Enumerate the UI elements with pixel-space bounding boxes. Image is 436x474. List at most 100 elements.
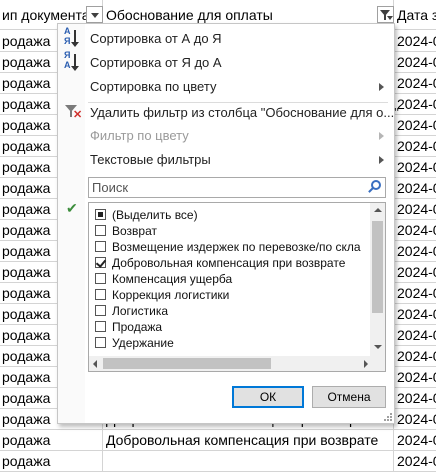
clear-filter-icon: ✕ [64, 103, 82, 123]
filter-values-list: (Выделить все) Возврат Возмещение издержек… [88, 202, 386, 372]
sort-asc-icon-bottom-letter: Я [64, 36, 71, 46]
table-cell[interactable]: 2024-0 [395, 136, 436, 157]
list-item-label: Коррекция логистики [112, 288, 230, 302]
menu-item-sort-desc[interactable]: Я А Сортировка от Я до А [58, 51, 394, 75]
header-payment-reason-label: Обоснование для оплаты [106, 7, 273, 23]
filter-dropdown-panel: А Я Сортировка от А до Я Я А Сортировка … [57, 23, 399, 424]
list-item[interactable]: Продажа [95, 319, 365, 335]
horizontal-scroll-thumb[interactable] [103, 358, 271, 369]
list-item-checkbox[interactable] [95, 209, 106, 220]
list-item-label: Логистика [112, 304, 169, 318]
menu-item-sort-asc-label: Сортировка от А до Я [90, 31, 222, 46]
table-cell[interactable]: 2024-0 [395, 31, 436, 52]
chevron-down-icon [387, 16, 393, 20]
table-cell[interactable]: 2024-0 [395, 94, 436, 115]
list-item[interactable]: Удержание [95, 335, 365, 351]
chevron-down-icon [91, 13, 99, 18]
list-item-checkbox[interactable] [95, 241, 106, 252]
list-item-label: Возврат [112, 224, 157, 238]
list-item-label: Возмещение издержек по перевозке/по скла [112, 240, 361, 254]
resize-grip-icon[interactable] [384, 413, 392, 421]
scroll-up-arrow-icon[interactable] [374, 208, 382, 212]
chevron-right-icon [379, 156, 384, 164]
vertical-scrollbar[interactable] [370, 203, 385, 371]
list-item[interactable]: Возмещение издержек по перевозке/по скла [95, 239, 365, 255]
list-item[interactable]: Добровольная компенсация при возврате [95, 255, 365, 271]
list-item[interactable]: Логистика [95, 303, 365, 319]
vertical-scroll-thumb[interactable] [372, 221, 383, 313]
chevron-right-icon [379, 83, 384, 91]
search-icon[interactable] [367, 180, 382, 195]
list-item-checkbox[interactable] [95, 257, 106, 268]
table-cell[interactable]: 2024-0 [395, 241, 436, 262]
table-row: родажаДобровольная компенсация при возвр… [0, 430, 436, 451]
list-item-checkbox[interactable] [95, 289, 106, 300]
chevron-right-icon [379, 132, 384, 140]
horizontal-scrollbar[interactable] [89, 356, 372, 371]
table-cell[interactable]: 2024-0 [395, 283, 436, 304]
table-cell[interactable]: 2024-0 [395, 73, 436, 94]
table-cell[interactable]: 2024-0 [395, 157, 436, 178]
sort-asc-icon-top-letter: А [64, 26, 71, 36]
checkmark-icon: ✔ [66, 200, 78, 216]
table-cell[interactable]: 2024-0 [395, 262, 436, 283]
search-input[interactable] [92, 179, 362, 196]
table-cell[interactable]: 2024-0 [395, 52, 436, 73]
table-row: родажа 2024-0 [0, 451, 436, 472]
menu-item-filter-by-color-label: Фильтр по цвету [90, 128, 189, 143]
menu-item-text-filters-label: Текстовые фильтры [90, 152, 211, 167]
sort-asc-icon: А Я [64, 26, 82, 49]
list-item[interactable]: (Выделить все) [95, 207, 365, 223]
list-item-label: Удержание [112, 336, 174, 350]
menu-item-clear-filter-label: Удалить фильтр из столбца "Обоснование д… [90, 105, 399, 120]
list-item[interactable]: Возврат [95, 223, 365, 239]
list-item-checkbox[interactable] [95, 337, 106, 348]
table-cell[interactable]: 2024-0 [395, 451, 436, 472]
menu-item-sort-asc[interactable]: А Я Сортировка от А до Я [58, 27, 394, 51]
menu-item-sort-by-color-label: Сортировка по цвету [90, 79, 217, 94]
list-item[interactable]: Коррекция логистики [95, 287, 365, 303]
table-cell[interactable]: Добровольная компенсация при возврате [104, 430, 394, 451]
list-item-label: (Выделить все) [112, 208, 198, 222]
scroll-right-arrow-icon[interactable] [364, 360, 368, 368]
table-cell[interactable]: 2024-0 [395, 178, 436, 199]
scroll-down-arrow-icon[interactable] [374, 345, 382, 349]
table-cell[interactable]: 2024-0 [395, 409, 436, 430]
table-cell[interactable]: 2024-0 [395, 115, 436, 136]
table-cell[interactable]: родажа [0, 451, 103, 472]
filter-dropdown-button-doc-type[interactable] [86, 6, 103, 23]
ok-button[interactable]: ОК [232, 386, 304, 408]
header-date[interactable]: Дата з [395, 0, 436, 30]
cancel-button[interactable]: Отмена [312, 386, 386, 408]
menu-item-sort-by-color[interactable]: Сортировка по цвету [58, 75, 394, 99]
menu-item-filter-by-color: Фильтр по цвету [58, 124, 394, 148]
menu-item-sort-desc-label: Сортировка от Я до А [90, 55, 222, 70]
list-item[interactable]: Компенсация ущерба [95, 271, 365, 287]
header-doc-type-label: ип документа [2, 7, 90, 23]
filter-funnel-stem [384, 15, 386, 20]
list-item-label: Компенсация ущерба [112, 272, 233, 286]
sort-desc-icon-bottom-letter: А [64, 60, 71, 70]
menu-item-clear-filter[interactable]: ✕ Удалить фильтр из столбца "Обоснование… [58, 101, 399, 125]
menu-item-text-filters[interactable]: Текстовые фильтры [58, 148, 394, 172]
table-cell[interactable]: 2024-0 [395, 346, 436, 367]
list-item-label: Продажа [112, 320, 163, 334]
sort-desc-icon: Я А [64, 51, 82, 73]
table-cell[interactable]: 2024-0 [395, 325, 436, 346]
table-cell[interactable]: родажа [0, 430, 103, 451]
table-cell[interactable]: 2024-0 [395, 388, 436, 409]
filter-dropdown-button-payment-reason[interactable] [377, 6, 394, 23]
list-item-checkbox[interactable] [95, 321, 106, 332]
table-cell[interactable]: 2024-0 [395, 199, 436, 220]
table-cell[interactable]: 2024-0 [395, 367, 436, 388]
table-cell[interactable]: 2024-0 [395, 430, 436, 451]
search-box [88, 177, 386, 198]
table-cell[interactable]: 2024-0 [395, 220, 436, 241]
list-item-label: Добровольная компенсация при возврате [112, 256, 346, 270]
table-cell[interactable]: 2024-0 [395, 304, 436, 325]
table-cell[interactable] [104, 451, 394, 472]
list-item-checkbox[interactable] [95, 305, 106, 316]
scroll-left-arrow-icon[interactable] [93, 360, 97, 368]
list-item-checkbox[interactable] [95, 225, 106, 236]
list-item-checkbox[interactable] [95, 273, 106, 284]
